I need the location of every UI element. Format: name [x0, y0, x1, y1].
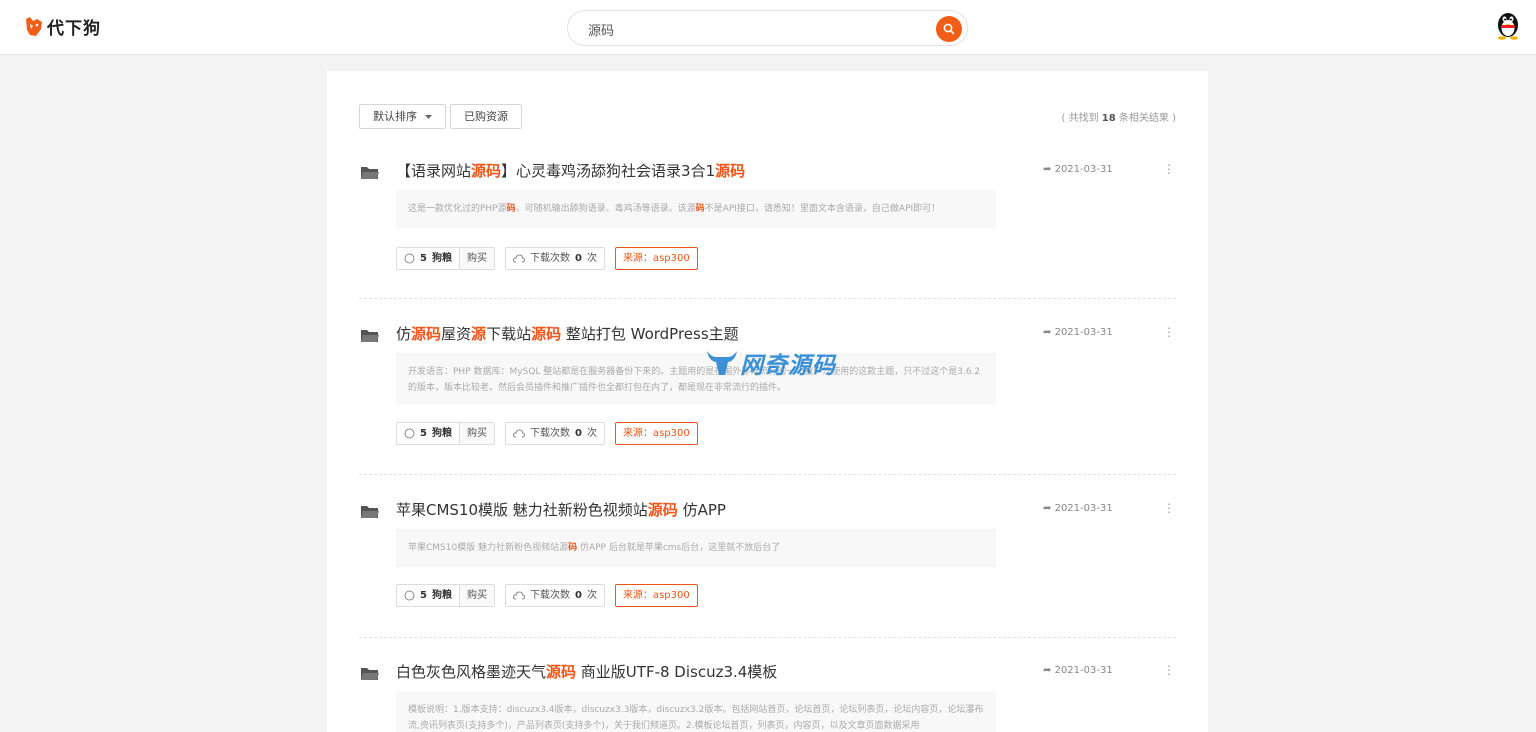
watermark: 网奇源码 [706, 346, 836, 380]
folder-icon [361, 330, 379, 342]
buy-button[interactable]: 购买 [458, 585, 494, 606]
coin-icon [404, 428, 415, 439]
item-divider [359, 474, 1176, 475]
logo-text: 代下狗 [47, 19, 101, 39]
more-options-icon[interactable]: ⋮ [1163, 501, 1175, 515]
share-arrow-icon: ➦ [1043, 503, 1052, 514]
resource-tags: 5 狗粮 购买 下载次数 0 次 来源：asp300 [396, 247, 698, 270]
resource-title[interactable]: 苹果CMS10模版 魅力社新粉色视频站源码 仿APP [396, 499, 726, 520]
resource-title[interactable]: 白色灰色风格墨迹天气源码 商业版UTF-8 Discuz3.4模板 [396, 661, 777, 682]
price-buy-group: 5 狗粮 购买 [396, 584, 495, 607]
buy-button[interactable]: 购买 [458, 248, 494, 269]
resource-title[interactable]: 【语录网站源码】心灵毒鸡汤舔狗社会语录3合1源码 [396, 160, 745, 181]
source-tag[interactable]: 来源：asp300 [614, 247, 698, 270]
resource-description: 这是一款优化过的PHP源码，可随机输出舔狗语录、毒鸡汤等语录。该源码不是API接… [396, 190, 996, 228]
cloud-download-icon [512, 428, 525, 437]
price-tag: 5 狗粮 [397, 423, 459, 444]
sort-label: 默认排序 [373, 110, 417, 123]
qq-penguin-icon[interactable] [1494, 10, 1522, 40]
resource-date: ➦ 2021-03-31 [1043, 665, 1113, 676]
caret-down-icon [425, 114, 432, 119]
more-options-icon[interactable]: ⋮ [1163, 162, 1175, 176]
watermark-text: 网奇源码 [740, 353, 836, 379]
search-icon [943, 23, 955, 35]
resource-title[interactable]: 仿源码屋资源下载站源码 整站打包 WordPress主题 [396, 323, 739, 344]
more-options-icon[interactable]: ⋮ [1163, 325, 1175, 339]
bull-logo-icon [707, 351, 737, 375]
bought-resources-button[interactable]: 已购资源 [450, 104, 522, 129]
folder-icon [361, 506, 379, 518]
search-input[interactable] [588, 19, 918, 39]
price-buy-group: 5 狗粮 购买 [396, 422, 495, 445]
source-tag[interactable]: 来源：asp300 [614, 584, 698, 607]
share-arrow-icon: ➦ [1043, 665, 1052, 676]
resource-date: ➦ 2021-03-31 [1043, 164, 1113, 175]
top-bar: 代下狗 [0, 0, 1536, 55]
price-tag: 5 狗粮 [397, 585, 459, 606]
resource-date: ➦ 2021-03-31 [1043, 327, 1113, 338]
folder-icon [361, 668, 379, 680]
resource-description: 开发语言：PHP 数据库：MySQL 整站都是在服务器备份下来的。主题用的是在国… [396, 353, 996, 405]
downloads-tag: 下载次数 0 次 [504, 422, 605, 445]
results-count: ( 共找到 18 条相关结果 ) [1062, 109, 1176, 124]
price-tag: 5 狗粮 [397, 248, 459, 269]
buy-button[interactable]: 购买 [458, 423, 494, 444]
results-suffix: 条相关结果 ) [1118, 113, 1176, 124]
item-divider [359, 637, 1176, 638]
cloud-download-icon [512, 590, 525, 599]
source-tag[interactable]: 来源：asp300 [614, 422, 698, 445]
results-number: 18 [1101, 113, 1116, 124]
results-panel: 默认排序 已购资源 ( 共找到 18 条相关结果 ) 【语录网站源码】心灵毒鸡汤… [327, 71, 1208, 732]
site-logo[interactable]: 代下狗 [24, 14, 101, 39]
share-arrow-icon: ➦ [1043, 164, 1052, 175]
downloads-tag: 下载次数 0 次 [504, 247, 605, 270]
coin-icon [404, 253, 415, 264]
price-buy-group: 5 狗粮 购买 [396, 247, 495, 270]
coin-icon [404, 590, 415, 601]
sort-dropdown[interactable]: 默认排序 [359, 104, 446, 129]
resource-date: ➦ 2021-03-31 [1043, 503, 1113, 514]
more-options-icon[interactable]: ⋮ [1163, 663, 1175, 677]
dog-logo-icon [26, 16, 42, 36]
downloads-tag: 下载次数 0 次 [504, 584, 605, 607]
share-arrow-icon: ➦ [1043, 327, 1052, 338]
folder-icon [361, 167, 379, 179]
search-button[interactable] [936, 16, 962, 42]
item-divider [359, 298, 1176, 299]
search-box [567, 10, 968, 46]
results-prefix: ( 共找到 [1061, 113, 1099, 124]
resource-description: 模板说明：1.版本支持：discuzx3.4版本，discuzx3.3版本，di… [396, 691, 996, 732]
resource-tags: 5 狗粮 购买 下载次数 0 次 来源：asp300 [396, 584, 698, 607]
cloud-download-icon [512, 253, 525, 262]
resource-tags: 5 狗粮 购买 下载次数 0 次 来源：asp300 [396, 422, 698, 445]
resource-description: 苹果CMS10模版 魅力社新粉色视频站源码 仿APP 后台就是苹果cms后台，这… [396, 529, 996, 567]
